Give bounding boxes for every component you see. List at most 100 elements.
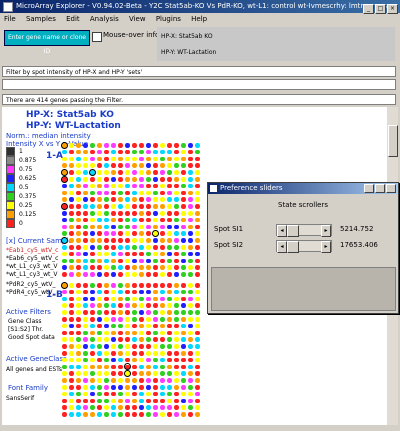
- spot[interactable]: [174, 224, 179, 230]
- spot[interactable]: [111, 357, 116, 363]
- spot[interactable]: [97, 238, 102, 243]
- spot[interactable]: [69, 357, 74, 363]
- spot[interactable]: [195, 217, 200, 223]
- spot[interactable]: [153, 163, 158, 168]
- spot[interactable]: [153, 323, 158, 329]
- spot2-slider-handle[interactable]: [287, 241, 299, 253]
- spot[interactable]: [153, 310, 158, 315]
- spot[interactable]: [160, 156, 165, 162]
- spot[interactable]: [181, 412, 186, 417]
- spot[interactable]: [97, 405, 102, 410]
- spot1-slider-handle[interactable]: [287, 225, 299, 237]
- spot[interactable]: [104, 371, 109, 376]
- spot[interactable]: [181, 251, 186, 257]
- filter-field[interactable]: Filter by spot intensity of HP-X and HP-…: [2, 66, 396, 77]
- spot[interactable]: [195, 272, 200, 277]
- spot[interactable]: [97, 385, 102, 390]
- spot[interactable]: [125, 323, 130, 329]
- spot[interactable]: [146, 265, 151, 270]
- spot[interactable]: [188, 303, 193, 308]
- spot[interactable]: [181, 371, 186, 376]
- spot[interactable]: [139, 357, 144, 363]
- spot[interactable]: [97, 251, 102, 257]
- spot[interactable]: [97, 211, 102, 216]
- spot[interactable]: [104, 296, 109, 302]
- spot[interactable]: [195, 183, 200, 189]
- spot[interactable]: [111, 143, 116, 148]
- spot[interactable]: [188, 163, 193, 168]
- spot[interactable]: [125, 398, 130, 404]
- spot[interactable]: [69, 303, 74, 308]
- spot[interactable]: [111, 204, 116, 209]
- spot[interactable]: [139, 170, 144, 175]
- spot[interactable]: [90, 344, 95, 349]
- spot[interactable]: [97, 283, 102, 288]
- spot[interactable]: [139, 238, 144, 243]
- spot[interactable]: [139, 398, 144, 404]
- spot[interactable]: [132, 183, 137, 189]
- spot[interactable]: [76, 344, 81, 349]
- spot[interactable]: [153, 258, 158, 264]
- spot[interactable]: [104, 190, 109, 196]
- spot[interactable]: [139, 371, 144, 376]
- spot[interactable]: [90, 303, 95, 308]
- spot[interactable]: [181, 156, 186, 162]
- spot[interactable]: [146, 357, 151, 363]
- spot[interactable]: [146, 351, 151, 356]
- spot[interactable]: [195, 170, 200, 175]
- spot[interactable]: [118, 289, 123, 295]
- spot[interactable]: [76, 177, 81, 182]
- menu-help[interactable]: Help: [191, 15, 207, 23]
- spot[interactable]: [118, 238, 123, 243]
- spot[interactable]: [160, 371, 165, 376]
- spot[interactable]: [83, 245, 88, 250]
- spot[interactable]: [90, 398, 95, 404]
- spot[interactable]: [160, 177, 165, 182]
- spot[interactable]: [167, 378, 172, 383]
- spot[interactable]: [146, 371, 151, 376]
- spot[interactable]: [146, 183, 151, 189]
- spot[interactable]: [195, 391, 200, 397]
- spot[interactable]: [167, 149, 172, 155]
- spot[interactable]: [181, 149, 186, 155]
- spot[interactable]: [118, 265, 123, 270]
- scroll-thumb[interactable]: [388, 125, 398, 157]
- spot[interactable]: [76, 183, 81, 189]
- spot[interactable]: [97, 170, 102, 175]
- spot[interactable]: [146, 163, 151, 168]
- spot[interactable]: [188, 238, 193, 243]
- spot[interactable]: [139, 156, 144, 162]
- spot[interactable]: [153, 344, 158, 349]
- spot[interactable]: [69, 385, 74, 390]
- spot[interactable]: [76, 296, 81, 302]
- spot[interactable]: [132, 251, 137, 257]
- spot[interactable]: [125, 190, 130, 196]
- spot[interactable]: [160, 149, 165, 155]
- spot[interactable]: [132, 272, 137, 277]
- spot[interactable]: [181, 337, 186, 342]
- spot[interactable]: [83, 405, 88, 410]
- spot[interactable]: [160, 391, 165, 397]
- spot[interactable]: [160, 163, 165, 168]
- spot[interactable]: [104, 357, 109, 363]
- spot[interactable]: [153, 364, 158, 370]
- spot[interactable]: [188, 224, 193, 230]
- spot[interactable]: [139, 245, 144, 250]
- spot[interactable]: [97, 265, 102, 270]
- spot[interactable]: [132, 163, 137, 168]
- spot[interactable]: [153, 398, 158, 404]
- spot[interactable]: [146, 156, 151, 162]
- spot[interactable]: [167, 197, 172, 202]
- spot[interactable]: [174, 149, 179, 155]
- spot[interactable]: [97, 303, 102, 308]
- spot[interactable]: [111, 391, 116, 397]
- spot[interactable]: [104, 163, 109, 168]
- sample-item[interactable]: *Eab1_cy5_wtV_c: [6, 247, 58, 254]
- spot[interactable]: [195, 412, 200, 417]
- spot[interactable]: [125, 170, 130, 175]
- spot[interactable]: [167, 272, 172, 277]
- spot[interactable]: [125, 296, 130, 302]
- spot[interactable]: [174, 170, 179, 175]
- spot[interactable]: [167, 391, 172, 397]
- spot[interactable]: [174, 289, 179, 295]
